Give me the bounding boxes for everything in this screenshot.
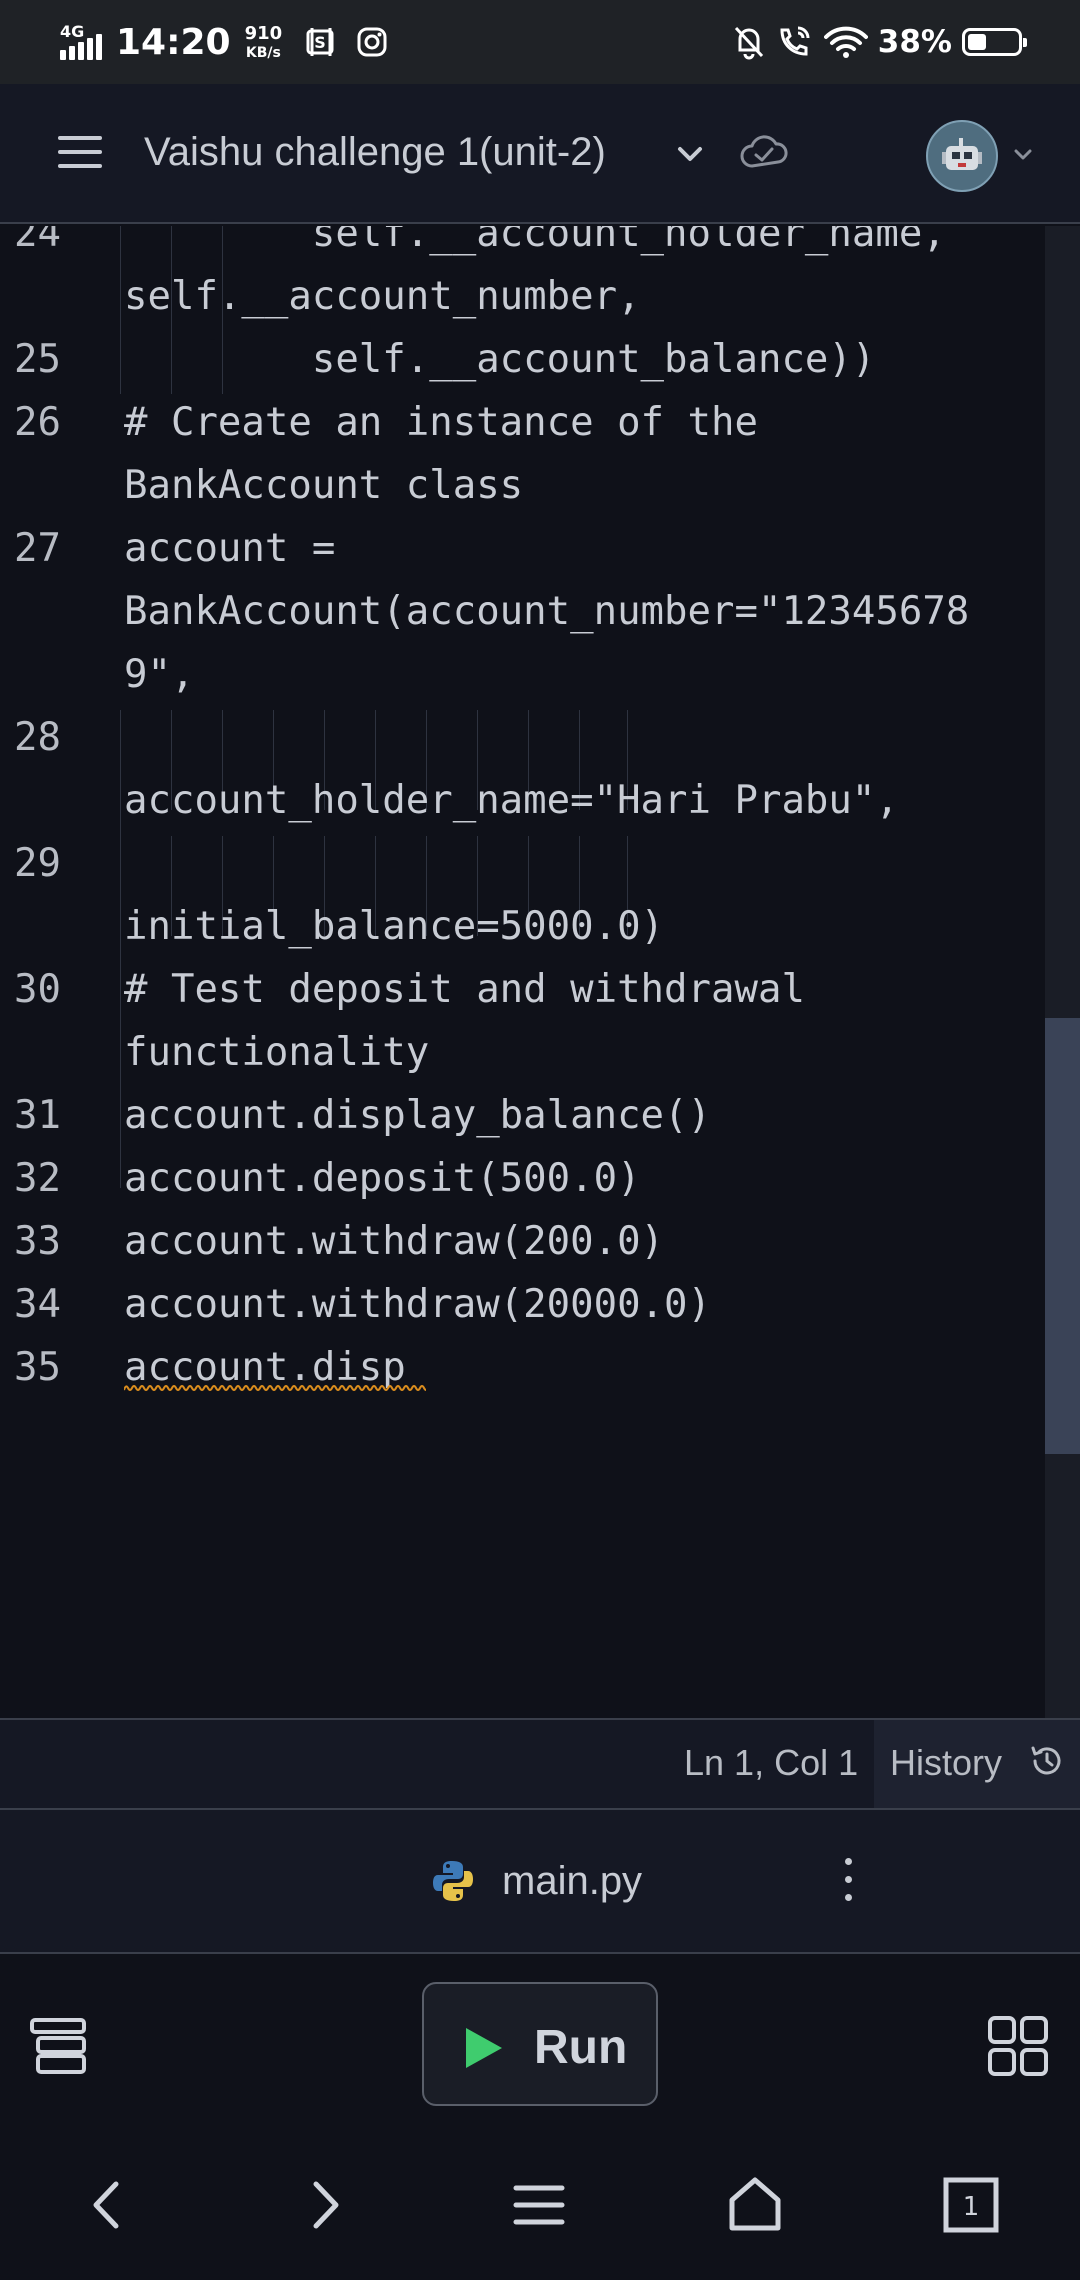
battery-icon (962, 28, 1027, 56)
code-line[interactable]: 32 account.deposit(500.0) (0, 1147, 1045, 1210)
code-line[interactable]: 33 account.withdraw(200.0) (0, 1210, 1045, 1273)
system-nav-bar: 1 (0, 2134, 1080, 2280)
bottom-toolbar: Run (0, 1954, 1080, 2134)
status-bar: 4G 14:20 910 KB/s S 38% (0, 0, 1080, 84)
line-number: 29 (14, 841, 61, 886)
line-number: 25 (14, 337, 61, 382)
code-text: functionality (124, 1030, 430, 1075)
avatar[interactable] (926, 120, 998, 192)
code-text: account = (124, 526, 336, 571)
code-line[interactable]: functionality (0, 1021, 1045, 1084)
wifi-call-icon (776, 24, 814, 60)
code-line[interactable]: account_holder_name="Hari Prabu", (0, 769, 1045, 832)
code-line[interactable]: 31 account.display_balance() (0, 1084, 1045, 1147)
line-number: 32 (14, 1156, 61, 1201)
back-arrow-icon[interactable] (74, 2170, 144, 2240)
history-label: History (890, 1742, 1003, 1783)
code-line[interactable]: 26 # Create an instance of the (0, 391, 1045, 454)
run-button[interactable]: Run (422, 1982, 658, 2106)
code-line[interactable]: 34 account.withdraw(20000.0) (0, 1273, 1045, 1336)
code-text: account.withdraw(200.0) (124, 1219, 665, 1264)
code-line[interactable]: 24 self.__account_holder_name, (0, 226, 1045, 265)
python-icon (430, 1858, 476, 1904)
chevron-down-icon[interactable] (670, 134, 710, 174)
forward-arrow-icon[interactable] (288, 2170, 358, 2240)
code-line[interactable]: 30 # Test deposit and withdrawal (0, 958, 1045, 1021)
history-button[interactable]: History (874, 1720, 1080, 1808)
svg-text:1: 1 (963, 2192, 980, 2222)
code-line[interactable]: initial_balance=5000.0) (0, 895, 1045, 958)
error-squiggle (124, 1385, 426, 1391)
wifi-icon (823, 25, 868, 59)
code-text: account_holder_name="Hari Prabu", (124, 778, 899, 823)
code-text: self.__account_holder_name, (124, 226, 946, 256)
editor-status-strip: Ln 1, Col 1 History (0, 1718, 1080, 1810)
code-text: # Create an instance of the (124, 400, 758, 445)
code-text: self.__account_balance)) (124, 337, 876, 382)
tabs-icon[interactable]: 1 (936, 2170, 1006, 2240)
code-line[interactable]: 27 account = (0, 517, 1045, 580)
network-speed: 910 KB/s (244, 22, 283, 61)
signal-icon: 4G (58, 22, 104, 62)
grid-icon[interactable] (986, 2014, 1050, 2078)
file-tab-bar: main.py (0, 1810, 1080, 1954)
file-name: main.py (502, 1858, 643, 1903)
code-line[interactable]: 28 (0, 706, 1045, 769)
file-tab-main-py[interactable]: main.py (430, 1846, 642, 1916)
stack-icon[interactable] (28, 2014, 92, 2078)
code-text: account.display_balance() (124, 1093, 711, 1138)
scrollbar-thumb[interactable] (1045, 1018, 1080, 1454)
line-number: 34 (14, 1282, 61, 1327)
menu-icon[interactable] (58, 136, 104, 170)
clock: 14:20 (116, 21, 231, 63)
code-text: BankAccount(account_number="12345678 (124, 589, 970, 634)
code-text: BankAccount class (124, 463, 524, 508)
run-label: Run (534, 2021, 628, 2074)
network-type: 4G (60, 22, 85, 41)
line-number: 26 (14, 400, 61, 445)
more-options-icon[interactable] (830, 1850, 866, 1910)
code-line[interactable]: BankAccount(account_number="12345678 (0, 580, 1045, 643)
cloud-check-icon[interactable] (738, 130, 788, 176)
line-number: 35 (14, 1345, 61, 1390)
line-number: 30 (14, 967, 61, 1012)
line-number: 33 (14, 1219, 61, 1264)
code-text: initial_balance=5000.0) (124, 904, 665, 949)
code-text: account.withdraw(20000.0) (124, 1282, 711, 1327)
line-number: 31 (14, 1093, 61, 1138)
line-number: 24 (14, 226, 61, 256)
code-text: 9", (124, 652, 195, 697)
code-text: self.__account_number, (124, 274, 641, 319)
code-text: account.deposit(500.0) (124, 1156, 641, 1201)
code-line[interactable]: self.__account_number, (0, 265, 1045, 328)
home-icon[interactable] (720, 2170, 790, 2240)
app-header: Vaishu challenge 1(unit-2) (0, 84, 1080, 224)
code-text: # Test deposit and withdrawal (124, 967, 805, 1012)
line-number: 28 (14, 715, 61, 760)
code-line[interactable]: BankAccount class (0, 454, 1045, 517)
svg-text:S: S (314, 33, 326, 52)
line-number: 27 (14, 526, 61, 571)
instagram-icon (356, 26, 388, 58)
play-icon (466, 2028, 502, 2068)
battery-percentage: 38% (877, 24, 952, 60)
screenshot-icon: S (304, 25, 338, 59)
bell-off-icon (732, 24, 766, 60)
chevron-down-icon[interactable] (1008, 140, 1038, 170)
scrollbar-track[interactable] (1045, 226, 1080, 1720)
code-line[interactable]: 25 self.__account_balance)) (0, 328, 1045, 391)
hamburger-menu-icon[interactable] (504, 2170, 574, 2240)
history-icon (1028, 1742, 1066, 1780)
code-line[interactable]: 9", (0, 643, 1045, 706)
code-line[interactable]: 29 (0, 832, 1045, 895)
cursor-position: Ln 1, Col 1 (684, 1742, 859, 1783)
repl-title[interactable]: Vaishu challenge 1(unit-2) (144, 130, 606, 175)
code-editor[interactable]: 24 self.__account_holder_name, self.__acc… (0, 226, 1080, 1720)
